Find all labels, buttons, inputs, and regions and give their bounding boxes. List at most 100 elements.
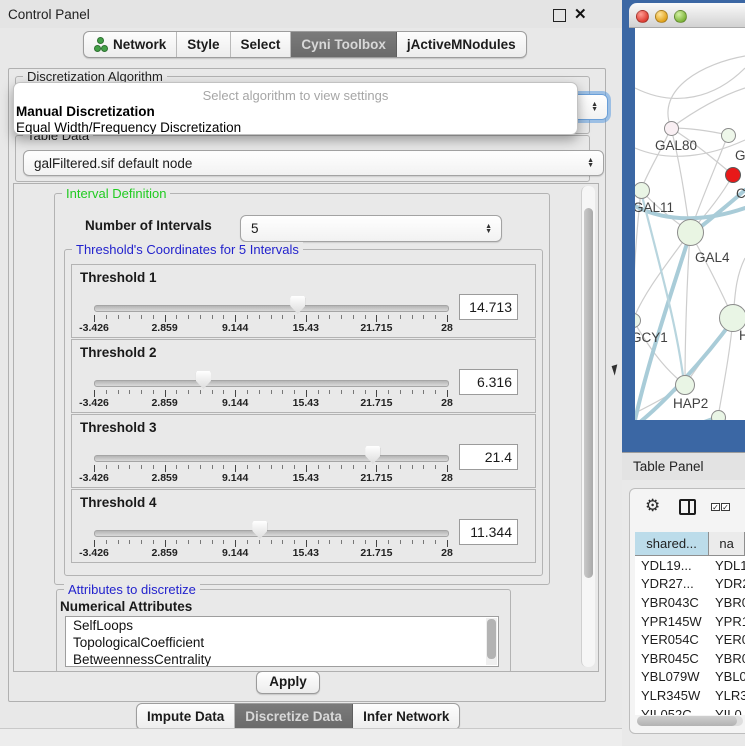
tab-discretize-data[interactable]: Discretize Data (235, 704, 353, 729)
apply-button[interactable]: Apply (256, 671, 320, 694)
table-cell: YDR2 (709, 575, 745, 594)
tick (176, 540, 177, 544)
table-row[interactable]: YER054CYER0 (635, 630, 745, 649)
table-cell: YLR345W (635, 686, 709, 705)
table-row[interactable]: YBR043CYBR0 (635, 593, 745, 612)
tab-network[interactable]: Network (84, 32, 177, 57)
network-node-hap2[interactable] (675, 375, 695, 395)
table-horizontal-scrollbar[interactable] (637, 716, 743, 726)
threshold-slider-track[interactable] (94, 305, 449, 312)
settings-vertical-scrollbar[interactable] (581, 186, 595, 667)
tab-label: Discretize Data (245, 709, 342, 724)
tick (365, 390, 366, 394)
tick (318, 390, 319, 394)
tick (200, 390, 201, 394)
tick (447, 540, 448, 547)
tick (271, 465, 272, 469)
tab-impute-data[interactable]: Impute Data (137, 704, 235, 729)
tab-cyni-toolbox[interactable]: Cyni Toolbox (291, 32, 397, 57)
zoom-traffic-light-icon[interactable] (674, 10, 687, 23)
numerical-attributes-list[interactable]: SelfLoopsTopologicalCoefficientBetweenne… (65, 616, 499, 667)
tick (388, 315, 389, 319)
attributes-list-scrollbar[interactable] (486, 618, 497, 665)
network-canvas[interactable]: GAL80GACGAL11GAL4GCY1HHAP2 (635, 28, 745, 420)
tick (400, 465, 401, 469)
tick (353, 315, 354, 319)
threshold-slider-track[interactable] (94, 530, 449, 537)
tick-label: 21.715 (354, 397, 398, 409)
table-row[interactable]: YLR345WYLR3 (635, 686, 745, 705)
minimize-traffic-light-icon[interactable] (655, 10, 668, 23)
threshold-value-field[interactable]: 6.316 (459, 369, 518, 395)
network-node-c[interactable] (725, 167, 741, 183)
tick (188, 540, 189, 544)
tick (423, 540, 424, 544)
table-data-combobox[interactable]: galFiltered.sif default node ▲▼ (23, 150, 604, 176)
network-node-gal11[interactable] (635, 182, 650, 199)
tick (435, 465, 436, 469)
tab-style[interactable]: Style (177, 32, 230, 57)
tick (271, 390, 272, 394)
table-cell: YBR045C (635, 649, 709, 668)
tick (247, 390, 248, 394)
table-row[interactable]: YPR145WYPR1 (635, 612, 745, 631)
threshold-panel: Threshold 3-3.4262.8599.14415.4321.71528… (71, 414, 536, 488)
node-label: GAL4 (695, 250, 730, 265)
table-row[interactable]: YBR045CYBR0 (635, 649, 745, 668)
tick (423, 390, 424, 394)
tab-infer-network[interactable]: Infer Network (353, 704, 459, 729)
threshold-value-field[interactable]: 21.4 (459, 444, 518, 470)
table-row[interactable]: YIL052CYIL0 (635, 705, 745, 715)
tick (341, 390, 342, 394)
threshold-slider-track[interactable] (94, 380, 449, 387)
tick (282, 315, 283, 319)
tick (212, 390, 213, 394)
threshold-slider-track[interactable] (94, 455, 449, 462)
dropdown-placeholder-item[interactable]: Select algorithm to view settings (14, 83, 577, 103)
attribute-list-item[interactable]: BetweennessCentrality (66, 651, 498, 667)
close-icon[interactable]: ✕ (574, 5, 587, 23)
number-of-intervals-combobox[interactable]: 5 ▲▼ (240, 215, 502, 242)
table-data-combo-value: galFiltered.sif default node (34, 156, 192, 171)
network-window-titlebar[interactable] (629, 3, 745, 28)
network-node-gal80[interactable] (664, 121, 679, 136)
combo-arrows-icon: ▲▼ (591, 102, 598, 112)
tick (153, 390, 154, 394)
tick (188, 465, 189, 469)
split-view-icon[interactable] (679, 499, 696, 515)
column-header[interactable]: shared... (635, 532, 709, 555)
tick (341, 540, 342, 544)
column-header[interactable]: na (709, 532, 745, 555)
dropdown-option[interactable]: Equal Width/Frequency Discretization (14, 119, 577, 135)
tick (294, 465, 295, 469)
tick (247, 465, 248, 469)
dropdown-option[interactable]: Manual Discretization (14, 103, 577, 119)
tick (247, 315, 248, 319)
float-window-icon[interactable] (553, 9, 566, 22)
tick-label: 9.144 (213, 547, 257, 559)
table-row[interactable]: YDL19...YDL1 (635, 556, 745, 575)
threshold-value-field[interactable]: 11.344 (459, 519, 518, 545)
network-node-gal4[interactable] (677, 219, 704, 246)
tab-jactivemnodules[interactable]: jActiveMNodules (397, 32, 526, 57)
network-node-ga[interactable] (721, 128, 736, 143)
threshold-value-field[interactable]: 14.713 (459, 294, 518, 320)
attribute-list-item[interactable]: TopologicalCoefficient (66, 634, 498, 651)
tick-label: 9.144 (213, 322, 257, 334)
checkbox-icon[interactable]: ✓ (721, 503, 730, 511)
table-row[interactable]: YBL079WYBL0 (635, 668, 745, 687)
tick (329, 540, 330, 544)
gear-icon[interactable]: ⚙ (645, 496, 660, 516)
tick (259, 540, 260, 544)
tick (176, 465, 177, 469)
close-traffic-light-icon[interactable] (636, 10, 649, 23)
tick (106, 315, 107, 319)
network-node[interactable] (711, 410, 726, 421)
tab-select[interactable]: Select (231, 32, 292, 57)
tick (212, 465, 213, 469)
checkbox-icon[interactable]: ✓ (711, 503, 720, 511)
tick (318, 315, 319, 319)
attribute-list-item[interactable]: SelfLoops (66, 617, 498, 634)
table-row[interactable]: YDR27...YDR2 (635, 575, 745, 594)
node-label: GAL80 (655, 138, 697, 153)
